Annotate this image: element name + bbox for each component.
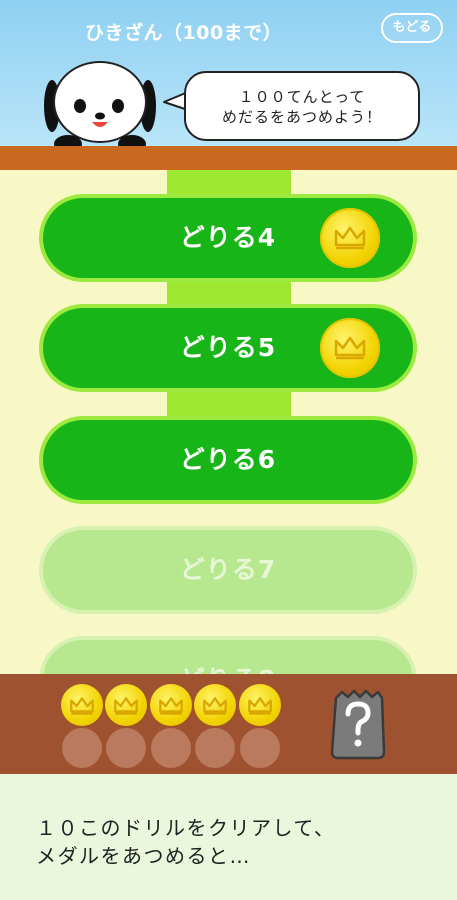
drill-label: どりる8 [43, 640, 413, 674]
question-mark-bag-icon [330, 689, 386, 760]
empty-medal-slot [151, 728, 191, 768]
medal-crown-icon [105, 684, 147, 726]
drill-button-5[interactable]: どりる5 [39, 304, 417, 392]
drill-button-7: どりる7 [39, 526, 417, 614]
drill-button-4[interactable]: どりる4 [39, 194, 417, 282]
speech-bubble: １００てんとって めだるをあつめよう！ [184, 71, 420, 141]
crown-coin-icon [320, 318, 380, 378]
speech-bubble-text: １００てんとって めだるをあつめよう！ [221, 88, 382, 126]
medal-crown-icon [239, 684, 281, 726]
medal-crown-icon [150, 684, 192, 726]
footer-message: １０このドリルをクリアして、 メダルをあつめると… [36, 816, 336, 868]
drill-list[interactable]: どりる4 どりる5 どりる6 どりる7 どりる8 [0, 170, 457, 674]
drill-label: どりる6 [179, 445, 277, 474]
ledge [0, 146, 457, 170]
footer-message-panel: １０このドリルをクリアして、 メダルをあつめると… [0, 774, 457, 900]
empty-medal-slot [195, 728, 235, 768]
page-title: ひきざん（100まで） [85, 22, 283, 44]
crown-coin-icon [320, 208, 380, 268]
medal-crown-icon [61, 684, 103, 726]
panda-mascot-icon [44, 61, 156, 153]
drill-button-6[interactable]: どりる6 [39, 416, 417, 504]
drill-label: どりる7 [179, 555, 277, 584]
drill-button-8: どりる8 [39, 636, 417, 674]
empty-medal-slot [106, 728, 146, 768]
back-button[interactable]: もどる [381, 13, 443, 43]
medal-crown-icon [194, 684, 236, 726]
empty-medal-slot [240, 728, 280, 768]
empty-medal-slot [62, 728, 102, 768]
